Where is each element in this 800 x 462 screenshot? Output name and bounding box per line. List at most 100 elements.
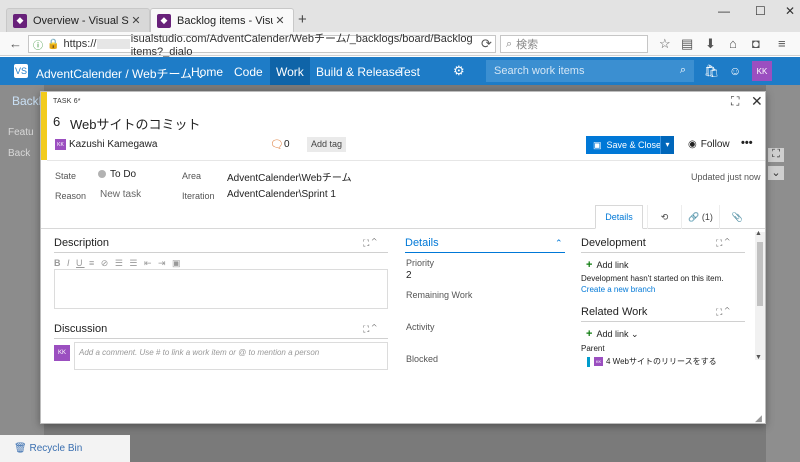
commenter-avatar: KK xyxy=(54,345,70,361)
description-editor[interactable] xyxy=(54,269,388,309)
comment-icon[interactable]: 🗨 xyxy=(270,138,284,151)
plus-icon: + xyxy=(586,328,593,340)
development-title: Development xyxy=(581,237,646,249)
browser-tab-backlog[interactable]: ◆ Backlog items - Visual Studio… ✕ xyxy=(150,8,294,32)
tab-history[interactable]: ⟲ xyxy=(647,205,681,229)
parent-label: Parent xyxy=(581,344,605,353)
state-value[interactable]: To Do xyxy=(110,169,136,180)
search-placeholder: Search work items xyxy=(494,65,585,77)
reader-icon[interactable]: ▤ xyxy=(681,36,693,52)
tab-attachments[interactable]: 📎 xyxy=(719,205,755,229)
new-tab-button[interactable]: + xyxy=(298,11,307,28)
chevron-down-icon: ⌄ xyxy=(768,166,784,180)
close-icon[interactable]: ✕ xyxy=(751,93,763,110)
close-icon[interactable]: ✕ xyxy=(129,14,143,27)
bookmark-star-icon[interactable]: ☆ xyxy=(659,36,671,52)
maximize-button[interactable]: ☐ xyxy=(755,4,766,18)
recycle-bin-link: 🗑 Recycle Bin xyxy=(14,443,83,454)
link-icon: 🔗 xyxy=(688,211,700,222)
browser-search-input[interactable]: ⌕ 検索 xyxy=(500,35,648,53)
priority-value[interactable]: 2 xyxy=(406,270,412,281)
expand-icon[interactable]: ⛶ ⌃ xyxy=(363,238,377,249)
save-icon: ▣ xyxy=(593,139,602,150)
feedback-smile-icon[interactable]: ☺ xyxy=(729,64,741,78)
scroll-down-icon[interactable]: ▼ xyxy=(755,354,762,361)
dev-add-link-button[interactable]: + Add link xyxy=(586,259,628,271)
section-divider xyxy=(581,321,745,322)
nav-home[interactable]: Home xyxy=(191,65,223,79)
more-actions-button[interactable]: ••• xyxy=(741,137,753,149)
follow-label: Follow xyxy=(700,139,730,150)
tab-links[interactable]: 🔗 (1) xyxy=(681,205,719,229)
resize-grip-icon[interactable]: ◢ xyxy=(755,413,762,423)
discussion-input[interactable]: Add a comment. Use # to link a work item… xyxy=(74,342,388,370)
nav-code[interactable]: Code xyxy=(234,65,263,79)
links-count: (1) xyxy=(701,212,713,222)
reason-value[interactable]: New task xyxy=(100,189,141,200)
history-icon: ⟲ xyxy=(660,211,669,222)
search-icon[interactable]: ⌕ xyxy=(680,64,686,77)
parent-work-item-link[interactable]: KK 4 Webサイトのリリースをする xyxy=(587,356,717,367)
save-options-dropdown[interactable]: ▾ xyxy=(660,136,674,154)
window-close-button[interactable]: ✕ xyxy=(785,4,795,18)
lock-icon: 🔒 xyxy=(47,38,60,50)
browser-tabbar: ◆ Overview - Visual Studio T… ✕ ◆ Backlo… xyxy=(0,0,800,32)
address-bar[interactable]: ⓘ 🔒 https:// isualstudio.com/AdventCalen… xyxy=(28,33,496,58)
related-add-link-button[interactable]: + Add link ⌄ xyxy=(586,328,639,340)
browser-tab-overview[interactable]: ◆ Overview - Visual Studio T… ✕ xyxy=(6,8,150,32)
tab-details[interactable]: Details xyxy=(595,205,643,229)
visual-studio-logo-icon[interactable]: VS xyxy=(14,64,28,78)
details-title: Details xyxy=(405,237,439,249)
minimize-button[interactable]: — xyxy=(718,4,730,18)
area-value[interactable]: AdventCalender\Webチーム xyxy=(227,169,352,184)
add-tag-button[interactable]: Add tag xyxy=(307,137,347,152)
expand-icon[interactable]: ⛶ ⌃ xyxy=(716,307,730,318)
discussion-title: Discussion xyxy=(54,323,108,335)
follow-button[interactable]: ◉ Follow xyxy=(688,139,730,150)
expand-icon[interactable]: ⛶ ⌃ xyxy=(363,324,377,335)
fullscreen-icon[interactable]: ⛶ xyxy=(731,94,739,109)
home-icon[interactable]: ⌂ xyxy=(729,36,737,51)
priority-label: Priority xyxy=(406,258,435,268)
browser-navbar: ← ⓘ 🔒 https:// isualstudio.com/AdventCal… xyxy=(0,32,800,58)
download-icon[interactable]: ⬇ xyxy=(705,36,716,52)
reload-icon[interactable]: ⟳ xyxy=(481,36,492,52)
bg-backlog-item: Back xyxy=(8,148,31,159)
save-close-label: Save & Close xyxy=(606,140,662,150)
work-item-title[interactable]: Webサイトのコミット xyxy=(70,114,201,133)
iteration-label: Iteration xyxy=(182,191,215,201)
work-item-type-label: TASK 6* xyxy=(53,98,81,105)
user-avatar[interactable]: KK xyxy=(752,61,772,81)
nav-work[interactable]: Work xyxy=(270,57,310,85)
section-divider xyxy=(581,252,745,253)
info-icon[interactable]: ⓘ xyxy=(33,37,43,52)
description-title: Description xyxy=(54,237,110,249)
menu-icon[interactable]: ≡ xyxy=(778,36,786,51)
nav-build-release[interactable]: Build & Release xyxy=(316,65,401,79)
project-selector[interactable]: AdventCalender / Webチーム ⌄ xyxy=(36,65,206,82)
section-divider xyxy=(54,252,388,253)
gear-icon[interactable]: ⚙ xyxy=(453,63,465,79)
scroll-up-icon[interactable]: ▲ xyxy=(755,230,762,237)
pocket-icon[interactable]: ◘ xyxy=(752,36,760,51)
nav-test[interactable]: Test xyxy=(398,65,420,79)
eye-icon: ◉ xyxy=(688,139,697,150)
url-prefix: https:// xyxy=(63,38,97,50)
create-branch-link[interactable]: Create a new branch xyxy=(581,285,655,294)
expand-icon[interactable]: ⛶ ⌃ xyxy=(716,238,730,249)
plus-icon: + xyxy=(586,259,593,271)
assigned-to-field[interactable]: Kazushi Kamegawa xyxy=(69,139,157,150)
back-arrow-icon[interactable]: ← xyxy=(9,36,22,51)
scrollbar-thumb[interactable] xyxy=(757,242,763,306)
parent-avatar: KK xyxy=(594,357,603,366)
collapse-icon[interactable]: ⌃ xyxy=(555,238,563,249)
close-icon[interactable]: ✕ xyxy=(273,14,287,27)
iteration-value[interactable]: AdventCalender\Sprint 1 xyxy=(227,189,336,200)
header-divider xyxy=(47,160,765,161)
work-item-id: 6 xyxy=(53,114,61,129)
state-indicator xyxy=(98,170,106,178)
tab-title: Backlog items - Visual Studio… xyxy=(177,14,273,27)
marketplace-bag-icon[interactable]: 🛍 xyxy=(704,64,719,78)
rich-text-toolbar[interactable]: B I U ≡ ⊘ ☰ ☰ ⇤ ⇥ ▣ xyxy=(54,258,183,269)
work-item-search-input[interactable]: Search work items ⌕ xyxy=(486,60,694,82)
